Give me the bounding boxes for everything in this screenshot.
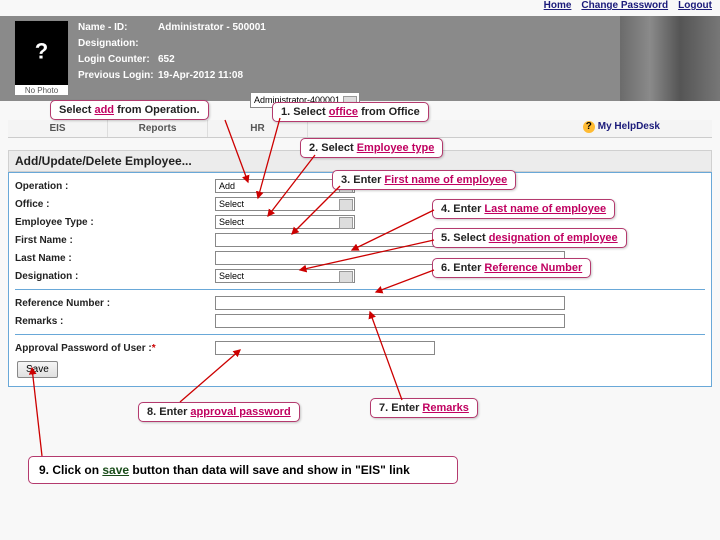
office-label: Office : [15, 199, 215, 210]
tab-hr[interactable]: HR [208, 120, 308, 137]
office-select[interactable]: Select [215, 197, 355, 211]
change-password-link[interactable]: Change Password [581, 0, 668, 11]
callout-remarks: 7. Enter Remarks [370, 398, 478, 418]
lastname-label: Last Name : [15, 253, 215, 264]
remarks-input[interactable] [215, 314, 565, 328]
tab-eis[interactable]: EIS [8, 120, 108, 137]
emptype-select[interactable]: Select [215, 215, 355, 229]
home-link[interactable]: Home [544, 0, 572, 11]
approval-input[interactable] [215, 341, 435, 355]
designation-select[interactable]: Select [215, 269, 355, 283]
callout-reference: 6. Enter Reference Number [432, 258, 591, 278]
emptype-label: Employee Type : [15, 217, 215, 228]
meta-counter-value: 652 [158, 54, 175, 65]
user-meta: Name - ID:Administrator - 500001 Designa… [78, 22, 266, 86]
firstname-label: First Name : [15, 235, 215, 246]
designation-label: Designation : [15, 271, 215, 282]
no-photo-caption: No Photo [15, 85, 68, 95]
callout-designation: 5. Select designation of employee [432, 228, 627, 248]
callout-approval: 8. Enter approval password [138, 402, 300, 422]
helpdesk-link[interactable]: My HelpDesk [583, 121, 660, 133]
save-button[interactable]: Save [17, 361, 58, 378]
callout-office: 1. Select office from Office [272, 102, 429, 122]
user-photo: No Photo [14, 20, 69, 95]
callout-firstname: 3. Enter First name of employee [332, 170, 516, 190]
top-links: Home Change Password Logout [544, 0, 712, 11]
meta-desig-label: Designation: [78, 38, 158, 49]
meta-name-label: Name - ID: [78, 22, 158, 33]
no-photo-icon [15, 21, 68, 85]
form-divider-2 [15, 334, 705, 335]
meta-prev-value: 19-Apr-2012 11:08 [158, 70, 243, 81]
reference-input[interactable] [215, 296, 565, 310]
meta-name-value: Administrator - 500001 [158, 22, 266, 33]
callout-operation: Select add from Operation. [50, 100, 209, 120]
header-bg-image [620, 16, 720, 101]
callout-emptype: 2. Select Employee type [300, 138, 443, 158]
reference-label: Reference Number : [15, 298, 215, 309]
tab-reports[interactable]: Reports [108, 120, 208, 137]
approval-label: Approval Password of User :* [15, 343, 215, 354]
callout-lastname: 4. Enter Last name of employee [432, 199, 615, 219]
callout-save: 9. Click on save button than data will s… [28, 456, 458, 484]
remarks-label: Remarks : [15, 316, 215, 327]
form-divider [15, 289, 705, 290]
meta-counter-label: Login Counter: [78, 54, 158, 65]
meta-prev-label: Previous Login: [78, 70, 158, 81]
operation-label: Operation : [15, 181, 215, 192]
logout-link[interactable]: Logout [678, 0, 712, 11]
